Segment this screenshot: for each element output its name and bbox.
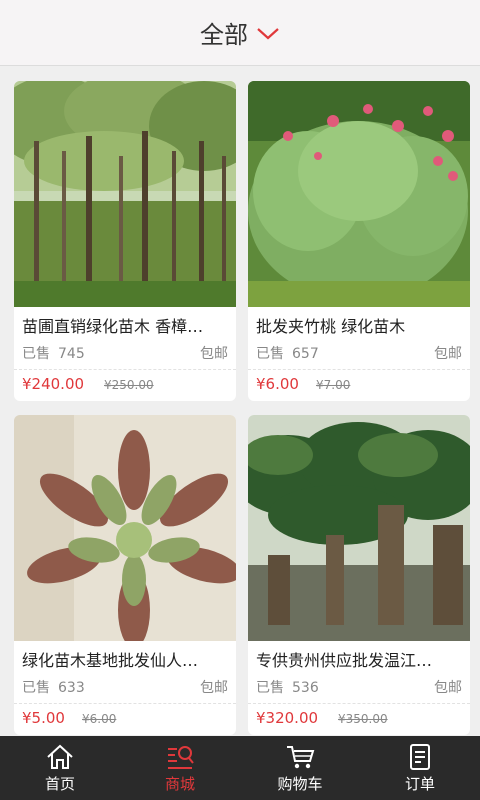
shipping-badge: 包邮	[434, 680, 462, 696]
tab-store[interactable]: 商城	[120, 736, 240, 800]
sold-label: 已售	[22, 680, 50, 696]
order-icon	[410, 743, 430, 770]
tab-label: 购物车	[277, 774, 323, 793]
tab-label: 订单	[404, 774, 435, 793]
product-name[interactable]: 专供贵州供应批发温江…	[256, 647, 462, 671]
product-card[interactable]: 批发夹竹桃 绿化苗木 已售 657 包邮 ¥6.00 ¥7.00	[248, 81, 470, 401]
original-price: ¥250.00	[104, 378, 154, 392]
tab-cart[interactable]: 购物车	[240, 736, 360, 800]
product-name[interactable]: 绿化苗木基地批发仙人…	[22, 647, 228, 671]
original-price: ¥7.00	[316, 378, 351, 392]
sold-count: 已售 657	[256, 343, 319, 363]
tab-orders[interactable]: 订单	[360, 736, 480, 800]
sold-count: 已售 745	[22, 343, 85, 363]
product-card[interactable]: 苗圃直销绿化苗木 香樟… 已售 745 包邮 ¥240.00 ¥250.00	[14, 81, 236, 401]
divider	[14, 369, 236, 370]
product-name[interactable]: 苗圃直销绿化苗木 香樟…	[22, 313, 228, 337]
product-name[interactable]: 批发夹竹桃 绿化苗木	[256, 313, 462, 337]
sold-count: 已售 633	[22, 677, 85, 697]
price: ¥240.00	[22, 375, 85, 393]
price: ¥6.00	[256, 375, 299, 393]
product-image[interactable]	[248, 81, 470, 307]
product-card[interactable]: 专供贵州供应批发温江… 已售 536 包邮 ¥320.00 ¥350.00	[248, 415, 470, 735]
product-image[interactable]	[14, 81, 236, 307]
original-price: ¥350.00	[338, 712, 388, 726]
sold-value: 745	[58, 346, 85, 362]
sold-label: 已售	[22, 346, 50, 362]
product-card[interactable]: 绿化苗木基地批发仙人… 已售 633 包邮 ¥5.00 ¥6.00	[14, 415, 236, 735]
header: 全部	[0, 0, 480, 66]
shipping-badge: 包邮	[200, 680, 228, 696]
original-price: ¥6.00	[82, 712, 117, 726]
product-grid: 苗圃直销绿化苗木 香樟… 已售 745 包邮 ¥240.00 ¥250.00 批…	[0, 66, 480, 736]
price: ¥5.00	[22, 709, 65, 727]
shipping-badge: 包邮	[200, 346, 228, 362]
sold-value: 536	[292, 680, 319, 696]
divider	[248, 369, 470, 370]
sold-value: 633	[58, 680, 85, 696]
shipping-badge: 包邮	[434, 346, 462, 362]
tab-label: 首页	[44, 774, 75, 793]
chevron-down-icon[interactable]	[256, 26, 280, 40]
bottom-tab-bar: 首页 商城 购物车 订单	[0, 736, 480, 800]
product-image[interactable]	[248, 415, 470, 641]
tab-label: 商城	[164, 774, 195, 793]
divider	[14, 703, 236, 704]
cart-icon	[287, 745, 315, 768]
product-image[interactable]	[14, 415, 236, 641]
category-title[interactable]: 全部	[200, 15, 248, 50]
sold-value: 657	[292, 346, 319, 362]
divider	[248, 703, 470, 704]
sold-label: 已售	[256, 346, 284, 362]
price: ¥320.00	[256, 709, 319, 727]
home-icon	[47, 744, 73, 769]
tab-home[interactable]: 首页	[0, 736, 120, 800]
sold-count: 已售 536	[256, 677, 319, 697]
store-icon	[168, 745, 194, 769]
sold-label: 已售	[256, 680, 284, 696]
